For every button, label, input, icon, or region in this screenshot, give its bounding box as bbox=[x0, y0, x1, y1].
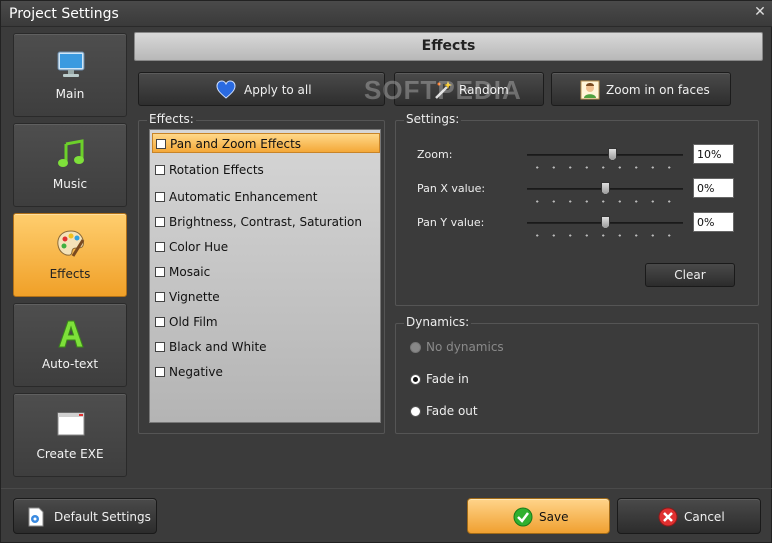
effect-item-label: Old Film bbox=[169, 315, 218, 329]
effect-item-label: Negative bbox=[169, 365, 223, 379]
effect-item-brightness[interactable]: Brightness, Contrast, Saturation bbox=[152, 212, 380, 232]
effect-item-color-hue[interactable]: Color Hue bbox=[152, 237, 380, 257]
checkbox[interactable] bbox=[155, 165, 165, 175]
window-title: Project Settings bbox=[9, 6, 119, 22]
cancel-button[interactable]: Cancel bbox=[617, 498, 761, 534]
radio-fade-out[interactable] bbox=[410, 406, 421, 417]
effect-item-rotation[interactable]: Rotation Effects bbox=[152, 160, 380, 180]
no-dynamics-label: No dynamics bbox=[426, 340, 504, 354]
sidebar-item-label: Auto-text bbox=[41, 357, 99, 371]
close-icon[interactable]: ✕ bbox=[753, 5, 767, 19]
default-settings-button[interactable]: Default Settings bbox=[13, 498, 157, 534]
pan-x-value-input[interactable]: 0% bbox=[693, 178, 734, 198]
zoom-in-on-faces-label: Zoom in on faces bbox=[606, 83, 710, 97]
face-portrait-icon bbox=[580, 80, 600, 100]
music-notes-icon bbox=[58, 139, 84, 167]
apply-to-all-label: Apply to all bbox=[244, 83, 312, 97]
effect-item-label: Rotation Effects bbox=[169, 163, 264, 177]
effect-item-vignette[interactable]: Vignette bbox=[152, 287, 380, 307]
radio-no-dynamics[interactable] bbox=[410, 342, 421, 353]
slider-thumb[interactable] bbox=[601, 182, 610, 195]
effect-item-pan-zoom[interactable]: Pan and Zoom Effects bbox=[152, 133, 380, 153]
zoom-value-input[interactable]: 10% bbox=[693, 144, 734, 164]
sidebar-item-label: Create EXE bbox=[36, 447, 104, 461]
checkbox[interactable] bbox=[155, 367, 165, 377]
sidebar-item-label: Main bbox=[55, 87, 85, 101]
sidebar-item-label: Effects bbox=[49, 267, 91, 281]
slider-thumb[interactable] bbox=[608, 148, 617, 161]
pan-y-value-input[interactable]: 0% bbox=[693, 212, 734, 232]
section-header: Effects bbox=[134, 32, 763, 61]
footer-divider bbox=[1, 488, 772, 489]
fade-out-label: Fade out bbox=[426, 404, 478, 418]
sidebar-item-music[interactable]: Music bbox=[13, 123, 127, 207]
cancel-x-icon bbox=[658, 507, 678, 527]
radio-fade-in[interactable] bbox=[410, 374, 421, 385]
fade-in-label: Fade in bbox=[426, 372, 469, 386]
settings-group-title: Settings: bbox=[404, 112, 462, 126]
save-label: Save bbox=[539, 510, 569, 524]
page-title: Effects bbox=[421, 38, 476, 54]
checkbox[interactable] bbox=[156, 139, 166, 149]
project-settings-window: Project Settings ✕ Main Music Effects Au… bbox=[0, 0, 772, 543]
effect-item-mosaic[interactable]: Mosaic bbox=[152, 262, 380, 282]
sidebar-item-auto-text[interactable]: Auto-text bbox=[13, 303, 127, 387]
effect-item-label: Mosaic bbox=[169, 265, 211, 279]
effects-list: Pan and Zoom Effects Rotation Effects Au… bbox=[149, 129, 381, 423]
palette-icon bbox=[57, 230, 85, 257]
effect-item-label: Black and White bbox=[169, 340, 267, 354]
effect-item-label: Automatic Enhancement bbox=[169, 190, 318, 204]
document-gear-icon bbox=[28, 507, 44, 527]
checkbox[interactable] bbox=[155, 292, 165, 302]
sidebar-item-label: Music bbox=[52, 177, 88, 191]
checkbox[interactable] bbox=[155, 242, 165, 252]
effect-item-label: Color Hue bbox=[169, 240, 229, 254]
save-button[interactable]: Save bbox=[467, 498, 610, 534]
zoom-in-on-faces-button[interactable]: Zoom in on faces bbox=[551, 72, 731, 106]
sidebar-item-main[interactable]: Main bbox=[13, 33, 127, 117]
checkbox[interactable] bbox=[155, 317, 165, 327]
apply-to-all-button[interactable]: Apply to all bbox=[138, 72, 385, 106]
pan-y-slider[interactable] bbox=[527, 216, 683, 239]
sidebar-item-effects[interactable]: Effects bbox=[13, 213, 127, 297]
heart-icon bbox=[216, 80, 236, 99]
zoom-label: Zoom: bbox=[417, 148, 453, 161]
effect-item-old-film[interactable]: Old Film bbox=[152, 312, 380, 332]
monitor-icon bbox=[57, 51, 85, 77]
effect-item-black-white[interactable]: Black and White bbox=[152, 337, 380, 357]
slider-ticks bbox=[529, 200, 681, 203]
slider-track bbox=[527, 154, 683, 156]
effect-item-label: Brightness, Contrast, Saturation bbox=[169, 215, 363, 229]
letter-a-icon bbox=[58, 320, 84, 348]
effect-item-label: Vignette bbox=[169, 290, 220, 304]
checkbox[interactable] bbox=[155, 267, 165, 277]
zoom-slider[interactable] bbox=[527, 148, 683, 171]
effect-item-label: Pan and Zoom Effects bbox=[170, 137, 302, 151]
effects-group-title: Effects: bbox=[147, 112, 196, 126]
effect-item-auto-enhancement[interactable]: Automatic Enhancement bbox=[152, 187, 380, 207]
window-icon bbox=[57, 412, 85, 436]
pan-x-slider[interactable] bbox=[527, 182, 683, 205]
checkbox[interactable] bbox=[155, 217, 165, 227]
title-bar: Project Settings ✕ bbox=[1, 1, 772, 27]
default-settings-label: Default Settings bbox=[54, 510, 151, 524]
cancel-label: Cancel bbox=[684, 510, 725, 524]
checkbox[interactable] bbox=[155, 342, 165, 352]
watermark: SOFTPEDIA bbox=[364, 75, 522, 105]
effect-item-negative[interactable]: Negative bbox=[152, 362, 380, 382]
dynamics-group-title: Dynamics: bbox=[404, 315, 472, 329]
slider-ticks bbox=[529, 166, 681, 169]
slider-ticks bbox=[529, 234, 681, 237]
pan-y-label: Pan Y value: bbox=[417, 216, 485, 229]
checkmark-icon bbox=[513, 507, 533, 527]
slider-thumb[interactable] bbox=[601, 216, 610, 229]
pan-x-label: Pan X value: bbox=[417, 182, 486, 195]
clear-button[interactable]: Clear bbox=[645, 263, 735, 287]
checkbox[interactable] bbox=[155, 192, 165, 202]
sidebar-item-create-exe[interactable]: Create EXE bbox=[13, 393, 127, 477]
